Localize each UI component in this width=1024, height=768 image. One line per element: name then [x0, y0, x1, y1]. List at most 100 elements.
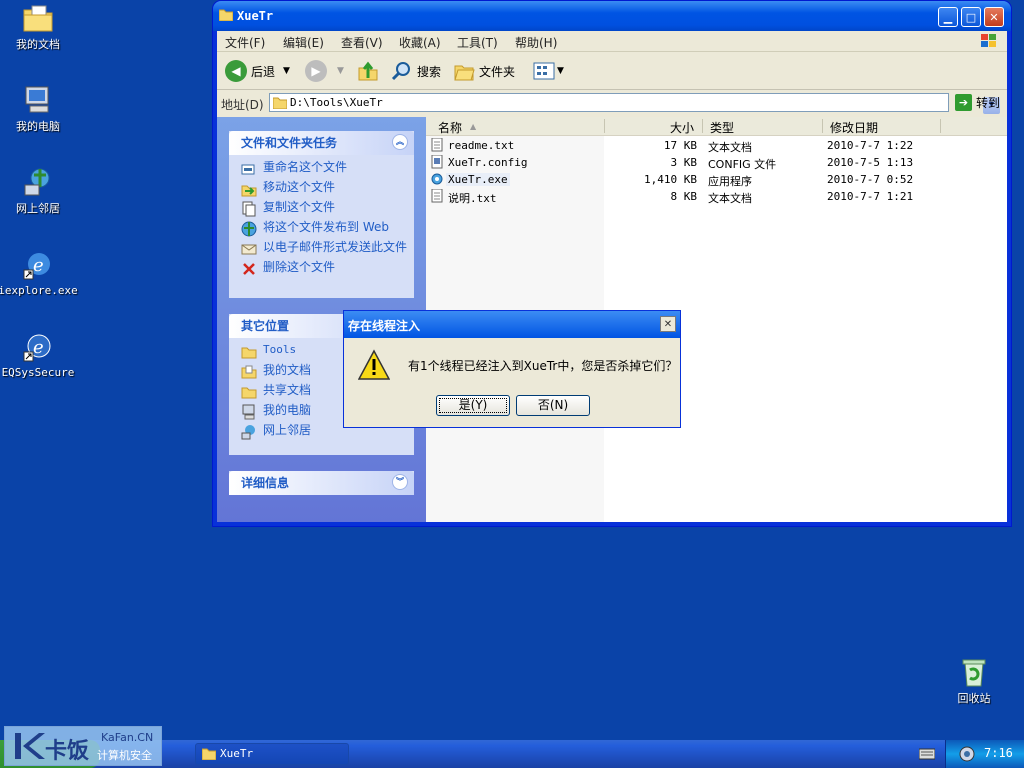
folder-icon: [241, 344, 257, 360]
desktop-icon-label: 网上邻居: [16, 202, 60, 215]
table-row[interactable]: 说明.txt 8 KB 文本文档 2010-7-7 1:21: [426, 188, 1007, 205]
menu-view[interactable]: 查看(V): [341, 34, 383, 51]
desktop-icon-iexplore[interactable]: e iexplore.exe: [0, 248, 78, 297]
dialog-message: 有1个线程已经注入到XueTr中，您是否杀掉它们？: [408, 359, 678, 373]
expand-chevron-icon[interactable]: ︾: [392, 474, 408, 490]
folder-icon: [202, 748, 216, 760]
ie-icon: e: [22, 248, 54, 280]
task-move[interactable]: 移动这个文件: [241, 181, 408, 197]
column-size[interactable]: 大小: [670, 119, 694, 136]
delete-x-icon: [241, 261, 257, 277]
recycle-bin-icon: [958, 656, 990, 688]
menu-favorites[interactable]: 收藏(A): [399, 34, 441, 51]
details-title: 详细信息: [241, 476, 290, 490]
no-button[interactable]: 否(N): [516, 395, 590, 416]
column-type[interactable]: 类型: [710, 119, 734, 136]
minimize-button[interactable]: ▁: [938, 7, 958, 27]
views-icon: [533, 62, 555, 80]
config-file-icon: [431, 155, 443, 169]
taskbar-item-label: XueTr: [220, 747, 254, 760]
toolbar: ◀ 后退 ▼ ▶ ▼ 搜索 文件夹 ▼: [217, 53, 1007, 90]
collapse-chevron-icon[interactable]: ︽: [392, 134, 408, 150]
kafan-watermark: 卡饭 KaFan.CN 计算机安全: [4, 726, 162, 766]
move-icon: [241, 181, 257, 197]
menu-file[interactable]: 文件(F): [225, 34, 265, 51]
views-button[interactable]: ▼: [533, 59, 564, 83]
desktop-icon-recycle-bin[interactable]: 回收站: [934, 656, 1014, 705]
text-file-icon: [431, 138, 443, 152]
system-tray: 7:16: [945, 740, 1024, 768]
back-arrow-icon: ◀: [225, 60, 247, 82]
folders-label: 文件夹: [479, 64, 516, 79]
network-icon: [22, 166, 54, 198]
close-button[interactable]: ✕: [984, 7, 1004, 27]
table-row[interactable]: XueTr.config 3 KB CONFIG 文件 2010-7-5 1:1…: [426, 154, 1007, 171]
table-row[interactable]: readme.txt 17 KB 文本文档 2010-7-7 1:22: [426, 137, 1007, 154]
desktop-icon-my-documents[interactable]: 我的文档: [0, 2, 78, 51]
up-folder-button[interactable]: [357, 59, 379, 83]
folders-button[interactable]: 文件夹: [453, 59, 515, 83]
globe-icon: [241, 221, 257, 237]
desktop-icon-network[interactable]: 网上邻居: [0, 166, 78, 215]
clock: 7:16: [984, 746, 1013, 760]
back-label: 后退: [251, 64, 276, 79]
desktop-icon-eqsyssecure[interactable]: e EQSysSecure: [0, 330, 78, 379]
security-tray-icon[interactable]: [958, 745, 976, 763]
menu-tools[interactable]: 工具(T): [457, 34, 498, 51]
task-delete[interactable]: 删除这个文件: [241, 261, 408, 277]
thread-injection-dialog: 存在线程注入 ✕ 有1个线程已经注入到XueTr中，您是否杀掉它们？ 是(Y) …: [343, 310, 681, 428]
watermark-site: KaFan.CN: [101, 731, 154, 744]
windows-logo-icon: [981, 34, 996, 47]
taskbar-item-xuetr[interactable]: XueTr: [195, 743, 349, 765]
dialog-close-button[interactable]: ✕: [660, 316, 676, 332]
file-tasks-panel: 文件和文件夹任务 ︽ 重命名这个文件 移动这个文件 复制这个文件 将这个文件发布…: [229, 131, 414, 298]
folders-icon: [454, 65, 475, 81]
watermark-tagline: 计算机安全: [97, 749, 152, 762]
desktop: { "desktop": { "icons": [ {"label": "我的文…: [0, 0, 1024, 768]
computer-icon: [241, 404, 257, 420]
go-button[interactable]: ➔ 转到: [955, 94, 1000, 111]
dropdown-arrow-icon: ▼: [557, 66, 564, 76]
details-header[interactable]: 详细信息 ︾: [229, 471, 414, 495]
keyboard-icon[interactable]: [919, 747, 935, 761]
dropdown-arrow-icon[interactable]: ▼: [283, 66, 290, 76]
network-icon: [241, 424, 257, 440]
task-copy[interactable]: 复制这个文件: [241, 201, 408, 217]
dropdown-arrow-icon[interactable]: ▼: [337, 66, 344, 76]
task-email[interactable]: 以电子邮件形式发送此文件: [241, 241, 408, 257]
search-button[interactable]: 搜索: [391, 59, 441, 83]
watermark-brand: 卡饭: [45, 739, 90, 764]
forward-arrow-icon: ▶: [305, 60, 327, 82]
task-rename[interactable]: 重命名这个文件: [241, 161, 408, 177]
menu-bar: 文件(F) 编辑(E) 查看(V) 收藏(A) 工具(T) 帮助(H): [217, 31, 1007, 52]
search-icon: [391, 62, 410, 81]
desktop-icon-my-computer[interactable]: 我的电脑: [0, 84, 78, 133]
address-input[interactable]: D:\Tools\XueTr ▼: [269, 93, 1000, 114]
desktop-icon-label: 我的文档: [16, 38, 60, 51]
forward-button[interactable]: ▶ ▼: [305, 59, 344, 83]
file-tasks-header[interactable]: 文件和文件夹任务 ︽: [229, 131, 414, 155]
window-client: 文件(F) 编辑(E) 查看(V) 收藏(A) 工具(T) 帮助(H) ◀ 后退…: [217, 31, 1007, 522]
menu-edit[interactable]: 编辑(E): [283, 34, 324, 51]
back-button[interactable]: ◀ 后退 ▼: [225, 59, 290, 83]
folder-documents-icon: [22, 2, 54, 34]
column-date[interactable]: 修改日期: [830, 119, 878, 136]
dialog-title-bar[interactable]: 存在线程注入 ✕: [344, 311, 680, 338]
title-bar[interactable]: XueTr ▁ □ ✕: [213, 1, 1011, 31]
computer-icon: [22, 84, 54, 116]
menu-help[interactable]: 帮助(H): [515, 34, 557, 51]
yes-button[interactable]: 是(Y): [436, 395, 510, 416]
kafan-logo-icon: [15, 733, 45, 759]
table-row[interactable]: XueTr.exe 1,410 KB 应用程序 2010-7-7 0:52: [426, 171, 1007, 188]
desktop-icon-label: EQSysSecure: [1, 366, 75, 379]
window-title: XueTr: [237, 9, 274, 23]
folder-documents-icon: [241, 364, 257, 380]
search-label: 搜索: [417, 64, 442, 79]
column-name[interactable]: 名称: [438, 119, 462, 136]
email-icon: [241, 241, 257, 257]
maximize-button[interactable]: □: [961, 7, 981, 27]
task-publish-web[interactable]: 将这个文件发布到 Web: [241, 221, 408, 237]
desktop-icon-label: 回收站: [957, 692, 991, 705]
address-label: 地址(D): [221, 98, 264, 112]
desktop-icon-label: iexplore.exe: [0, 284, 78, 297]
